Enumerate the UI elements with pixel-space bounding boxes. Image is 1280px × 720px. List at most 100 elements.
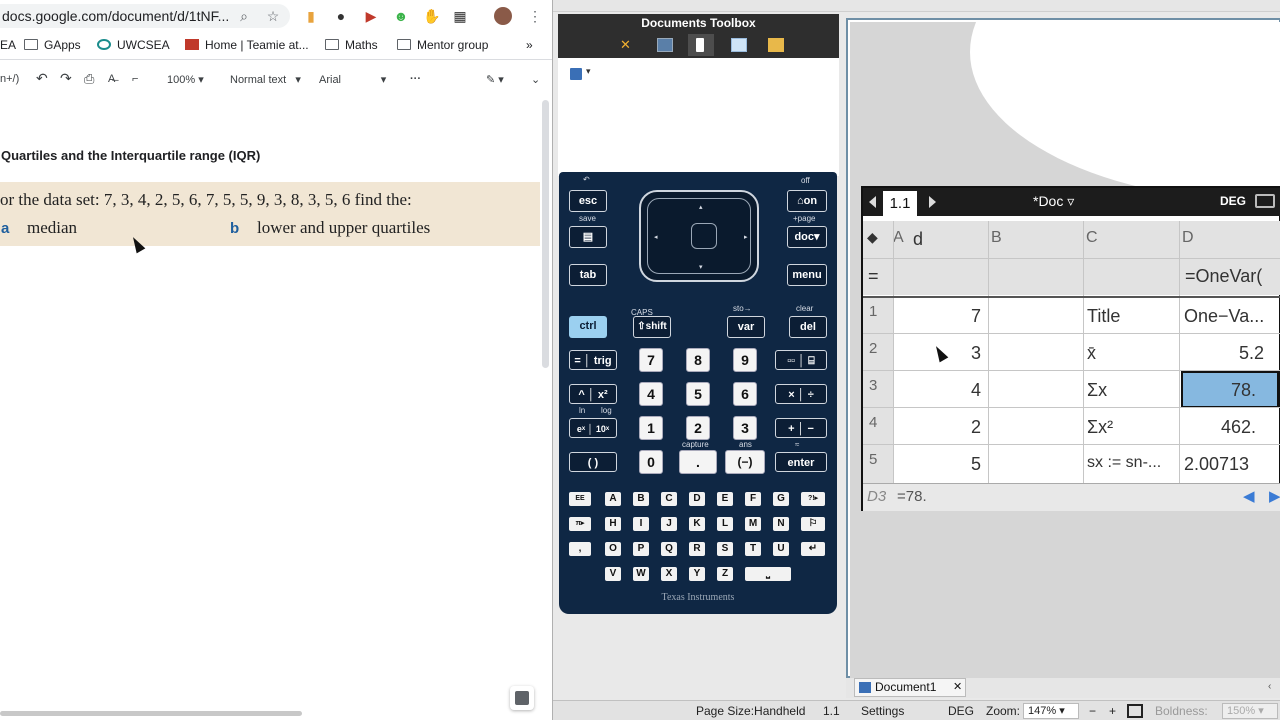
paint-format-icon[interactable]: ⌐ <box>132 73 138 85</box>
extension-hand-icon[interactable]: ✋ <box>423 8 440 24</box>
shift-key[interactable]: ⇧shift <box>633 316 671 338</box>
del-key[interactable]: del <box>789 316 827 338</box>
column-a-header[interactable]: A <box>893 229 904 247</box>
letter-v-key[interactable]: V <box>605 567 621 581</box>
vertical-scrollbar[interactable] <box>542 100 549 368</box>
punctuation-key[interactable]: ?!▸ <box>801 492 825 506</box>
digit-1-key[interactable]: 1 <box>639 416 663 440</box>
extension-face-icon[interactable]: ☻ <box>393 8 409 24</box>
negative-key[interactable]: (−) <box>725 450 765 474</box>
pi-key[interactable]: π▸ <box>569 517 591 531</box>
touchpad-surface[interactable]: ▴ ▾ ◂ ▸ <box>647 198 751 274</box>
print-icon[interactable]: ⎙ <box>84 71 94 87</box>
exp-key[interactable]: eˣ │ 10ˣ <box>569 418 617 438</box>
extension-grid-icon[interactable]: ▦ <box>452 8 468 24</box>
letter-o-key[interactable]: O <box>605 542 621 556</box>
library-icon[interactable] <box>731 38 747 52</box>
next-page-icon[interactable] <box>929 196 936 208</box>
on-key[interactable]: ⌂on <box>787 190 827 212</box>
down-arrow-icon[interactable]: ▾ <box>699 263 703 271</box>
enter-key[interactable]: enter <box>775 452 827 472</box>
bookmark-mentor-group[interactable]: Mentor group <box>397 38 488 52</box>
digit-9-key[interactable]: 9 <box>733 348 757 372</box>
cell-a2[interactable]: 3 <box>971 343 981 364</box>
cell-d3[interactable]: 78. <box>1231 380 1256 401</box>
explore-button[interactable] <box>510 686 534 710</box>
profile-avatar[interactable] <box>494 7 512 25</box>
letter-q-key[interactable]: Q <box>661 542 677 556</box>
column-d-formula[interactable]: =OneVar( <box>1185 266 1262 287</box>
var-key[interactable]: var <box>727 316 765 338</box>
parentheses-key[interactable]: ( ) <box>569 452 617 472</box>
spellcheck-icon[interactable]: A̶ <box>108 73 115 85</box>
multiply-divide-key[interactable]: × │ ÷ <box>775 384 827 404</box>
letter-z-key[interactable]: Z <box>717 567 733 581</box>
page-sorter-icon[interactable] <box>657 38 673 52</box>
space-key[interactable]: ⎵ <box>745 567 791 581</box>
zoom-in-icon[interactable]: + <box>1109 704 1116 718</box>
letter-j-key[interactable]: J <box>661 517 677 531</box>
touchpad-click-button[interactable] <box>691 223 717 249</box>
tab-key[interactable]: tab <box>569 264 607 286</box>
calculator-tab-icon[interactable] <box>696 38 704 52</box>
tab-scroll-icon[interactable]: ‹ <box>1268 681 1271 692</box>
digit-0-key[interactable]: 0 <box>639 450 663 474</box>
cell-d4[interactable]: 462. <box>1221 417 1256 438</box>
letter-y-key[interactable]: Y <box>689 567 705 581</box>
ee-key[interactable]: EE <box>569 492 591 506</box>
touchpad[interactable]: ▴ ▾ ◂ ▸ <box>639 190 759 282</box>
calculator-icon[interactable] <box>570 68 582 80</box>
letter-b-key[interactable]: B <box>633 492 649 506</box>
bookmark-teamie[interactable]: Home | Teamie at... <box>185 38 309 52</box>
angle-mode-status[interactable]: DEG <box>948 704 974 718</box>
document-name[interactable]: *Doc ▿ <box>1033 193 1074 210</box>
bookmark-maths[interactable]: Maths <box>325 38 378 52</box>
digit-7-key[interactable]: 7 <box>639 348 663 372</box>
letter-u-key[interactable]: U <box>773 542 789 556</box>
cell-d2[interactable]: 5.2 <box>1239 343 1264 364</box>
lists-spreadsheet[interactable]: ◆ A d B C D = =OneVar( 1 7 Title One−Va.… <box>863 221 1280 483</box>
cell-a1[interactable]: 7 <box>971 306 981 327</box>
letter-i-key[interactable]: I <box>633 517 649 531</box>
letter-k-key[interactable]: K <box>689 517 705 531</box>
letter-p-key[interactable]: P <box>633 542 649 556</box>
letter-c-key[interactable]: C <box>661 492 677 506</box>
letter-n-key[interactable]: N <box>773 517 789 531</box>
equals-trig-key[interactable]: = │ trig <box>569 350 617 370</box>
extension-circle-icon[interactable]: ● <box>333 8 349 24</box>
extension-play-icon[interactable]: ▶ <box>363 8 379 24</box>
document-page[interactable]: Quartiles and the Interquartile range (I… <box>0 104 540 704</box>
extension-bars-icon[interactable]: ▮ <box>303 8 319 24</box>
page-tab[interactable]: 1.1 <box>883 191 917 216</box>
close-tab-icon[interactable]: ✕ <box>953 679 962 696</box>
letter-d-key[interactable]: D <box>689 492 705 506</box>
flag-key[interactable]: ⚐ <box>801 517 825 531</box>
digit-5-key[interactable]: 5 <box>686 382 710 406</box>
letter-e-key[interactable]: E <box>717 492 733 506</box>
cell-c2[interactable]: x̄ <box>1087 343 1096 364</box>
browser-menu-icon[interactable]: ⋮ <box>527 8 543 24</box>
tools-icon[interactable]: ✕ <box>620 38 636 52</box>
zoom-out-icon[interactable]: − <box>1089 704 1096 718</box>
digit-3-key[interactable]: 3 <box>733 416 757 440</box>
previous-page-icon[interactable] <box>869 196 876 208</box>
letter-m-key[interactable]: M <box>745 517 761 531</box>
column-d-header[interactable]: D <box>1182 229 1194 247</box>
letter-s-key[interactable]: S <box>717 542 733 556</box>
more-tools-button[interactable]: ··· <box>410 73 421 85</box>
chevron-down-icon[interactable]: ▾ <box>586 66 591 77</box>
comma-key[interactable]: , <box>569 542 591 556</box>
letter-r-key[interactable]: R <box>689 542 705 556</box>
column-c-header[interactable]: C <box>1086 229 1098 247</box>
digit-8-key[interactable]: 8 <box>686 348 710 372</box>
cell-c3[interactable]: Σx <box>1087 380 1107 401</box>
fraction-catalog-key[interactable]: ▫▫ │ ⌸ <box>775 350 827 370</box>
column-a-name[interactable]: d <box>913 229 923 250</box>
collapse-toolbar-icon[interactable]: ⌄ <box>531 73 540 86</box>
scroll-left-icon[interactable]: ◀ <box>1243 487 1255 505</box>
digit-4-key[interactable]: 4 <box>639 382 663 406</box>
return-key[interactable]: ↵ <box>801 542 825 556</box>
cell-c5[interactable]: sx := sn-... <box>1087 454 1179 472</box>
cell-a3[interactable]: 4 <box>971 380 981 401</box>
cell-a4[interactable]: 2 <box>971 417 981 438</box>
